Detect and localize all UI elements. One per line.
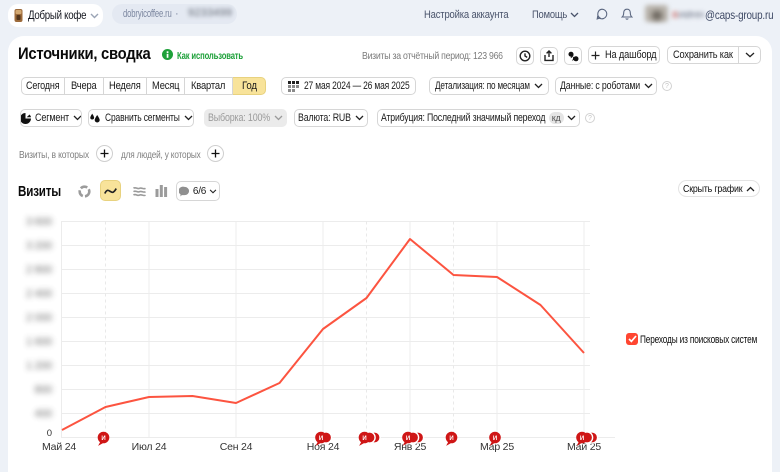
svg-text:1 600: 1 600: [26, 336, 52, 348]
svg-text:И: И: [362, 436, 366, 442]
svg-text:0: 0: [47, 428, 52, 439]
svg-text:И: И: [406, 436, 410, 442]
svg-text:Сен 24: Сен 24: [220, 441, 253, 453]
svg-text:И: И: [101, 436, 105, 442]
svg-text:2 800: 2 800: [26, 264, 52, 276]
svg-text:Май 24: Май 24: [42, 441, 76, 453]
svg-text:2 000: 2 000: [26, 312, 52, 324]
svg-text:400: 400: [35, 408, 53, 420]
svg-text:2 400: 2 400: [26, 288, 52, 300]
svg-text:И: И: [319, 436, 323, 442]
svg-text:3 200: 3 200: [26, 240, 52, 252]
svg-text:Июл 24: Июл 24: [132, 441, 167, 453]
svg-text:И: И: [449, 436, 453, 442]
svg-text:И: И: [493, 436, 497, 442]
svg-text:3 600: 3 600: [26, 216, 52, 228]
svg-text:И: И: [580, 436, 584, 442]
svg-text:800: 800: [35, 384, 53, 396]
svg-text:1 200: 1 200: [26, 360, 52, 372]
